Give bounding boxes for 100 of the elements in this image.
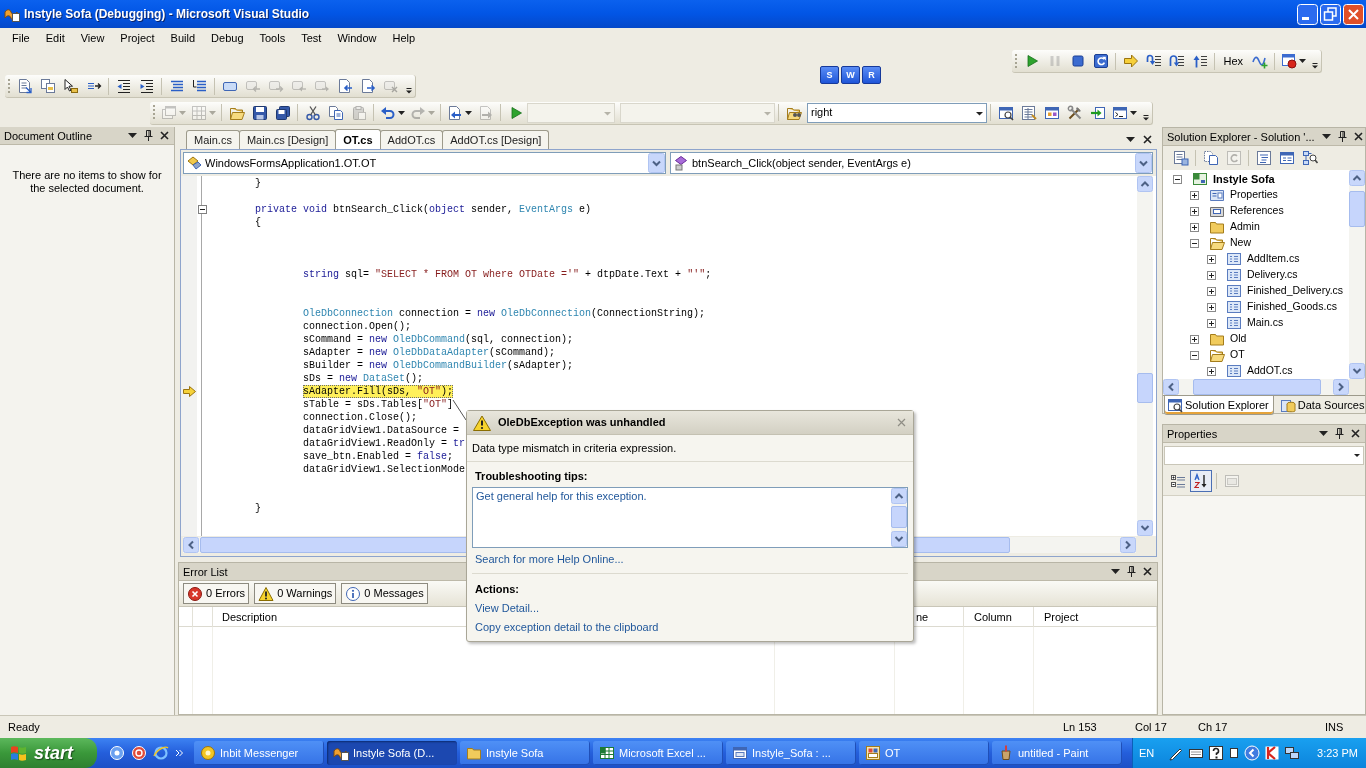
taskbar-button[interactable]: Inbit Messenger — [194, 741, 324, 765]
pin-icon[interactable] — [1335, 428, 1344, 439]
lines-arrow-icon[interactable] — [191, 78, 208, 94]
filter-button[interactable]: 0 Errors — [183, 583, 250, 604]
scissors-icon[interactable] — [304, 104, 321, 121]
taskbar-button[interactable]: Microsoft Excel ... — [593, 741, 723, 765]
scroll-up-icon[interactable] — [1349, 170, 1365, 186]
disc-icon[interactable] — [109, 745, 125, 761]
scrollbar-thumb[interactable] — [891, 506, 907, 528]
scroll-right-icon[interactable] — [1333, 379, 1349, 395]
tree-item[interactable]: AddItem.cs — [1247, 251, 1300, 267]
expand-icon[interactable] — [1207, 286, 1216, 296]
column-header[interactable]: Description — [222, 608, 278, 626]
action-link[interactable]: Copy exception detail to the clipboard — [475, 621, 659, 634]
scrollbar-thumb[interactable] — [1193, 379, 1321, 395]
expand-icon[interactable] — [1190, 222, 1199, 232]
window-magnifier-icon[interactable] — [997, 104, 1014, 121]
hex-button[interactable]: Hex — [1218, 50, 1248, 72]
editor-tab[interactable]: OT.cs — [335, 129, 381, 149]
editor-tab[interactable]: AddOT.cs — [379, 130, 444, 149]
search-dropdown[interactable]: right — [807, 102, 987, 123]
caret-icon[interactable] — [1299, 59, 1306, 63]
type-dropdown[interactable]: WindowsFormsApplication1.OT.OT — [183, 152, 666, 174]
expand-icon[interactable] — [1207, 254, 1216, 264]
panel-tab[interactable]: Solution Explorer — [1164, 396, 1274, 415]
tree-item[interactable]: New — [1230, 235, 1251, 251]
menu-item[interactable]: Build — [162, 28, 204, 49]
member-dropdown[interactable]: btnSearch_Click(object sender, EventArgs e) — [670, 152, 1153, 174]
undo-icon[interactable] — [380, 104, 396, 121]
tree-item[interactable]: Old — [1230, 331, 1247, 347]
copy-icon[interactable] — [327, 104, 344, 121]
dropdown-arrow-icon[interactable] — [1321, 134, 1331, 139]
logo-icon[interactable] — [1264, 745, 1281, 761]
grip-handle[interactable] — [152, 104, 156, 121]
collapse-icon[interactable] — [197, 205, 207, 214]
floating-toolbar-button[interactable]: W — [841, 66, 860, 84]
document-left-arrow-icon[interactable] — [336, 78, 353, 94]
tree-item[interactable]: Delivery.cs — [1247, 267, 1298, 283]
minimize-icon[interactable] — [1297, 3, 1318, 25]
menu-item[interactable]: File — [4, 28, 38, 49]
right-arrow-icon[interactable] — [1122, 53, 1139, 69]
breakpoint-icon[interactable] — [1281, 53, 1297, 69]
command-window-icon[interactable] — [1112, 104, 1128, 121]
documents-icon[interactable] — [1202, 150, 1219, 166]
back-navigation-icon[interactable] — [447, 104, 463, 121]
caret-icon[interactable] — [465, 110, 472, 115]
grip-handle[interactable] — [7, 77, 11, 95]
filter-button[interactable]: 0 Warnings — [254, 583, 337, 604]
restart-icon[interactable] — [1092, 53, 1109, 69]
lines-icon[interactable] — [168, 78, 185, 94]
close-icon[interactable] — [1143, 567, 1152, 576]
tree-item[interactable]: Properties — [1230, 187, 1278, 203]
vertical-scrollbar[interactable] — [1349, 170, 1365, 379]
collapse-icon[interactable] — [1190, 350, 1199, 360]
scroll-down-icon[interactable] — [1349, 363, 1365, 379]
dropdown-arrow-icon[interactable] — [1319, 431, 1328, 436]
restore-icon[interactable] — [1320, 3, 1341, 25]
expand-icon[interactable] — [1190, 334, 1199, 344]
step-over-icon[interactable] — [1168, 53, 1185, 69]
tree-item[interactable]: Instyle Sofa — [1213, 170, 1275, 188]
editor-tab[interactable]: AddOT.cs [Design] — [442, 130, 550, 149]
alphabetical-sort-icon[interactable] — [1190, 470, 1212, 492]
menu-item[interactable]: Tools — [251, 28, 294, 49]
scrollbar-thumb[interactable] — [1349, 191, 1365, 227]
scroll-down-icon[interactable] — [1137, 520, 1153, 536]
browser-icon[interactable] — [153, 745, 169, 761]
column-header[interactable]: Project — [1044, 608, 1079, 626]
floppy-disks-icon[interactable] — [274, 104, 291, 121]
tree-item[interactable]: Finished_Goods.cs — [1247, 299, 1337, 315]
tree-item[interactable]: Main.cs — [1247, 315, 1284, 331]
ring-icon[interactable] — [131, 745, 147, 761]
taskbar-button[interactable]: OT — [859, 741, 989, 765]
menu-item[interactable]: Debug — [203, 28, 252, 49]
scroll-left-icon[interactable] — [1163, 379, 1179, 395]
dropdown-arrow-icon[interactable] — [1126, 137, 1135, 142]
taskbar-button[interactable]: Instyle Sofa (D... — [327, 741, 457, 765]
taskbar-button[interactable]: untitled - Paint — [992, 741, 1122, 765]
menu-item[interactable]: Edit — [37, 28, 73, 49]
pin-icon[interactable] — [144, 130, 153, 141]
outdent-icon[interactable] — [115, 78, 132, 94]
close-icon[interactable] — [1143, 135, 1152, 144]
expand-icon[interactable] — [1207, 318, 1216, 328]
menu-item[interactable]: Window — [329, 28, 385, 49]
scroll-down-icon[interactable] — [891, 531, 907, 547]
expand-icon[interactable] — [1190, 206, 1199, 216]
expand-icon[interactable] — [1207, 302, 1216, 312]
step-into-icon[interactable] — [1145, 53, 1162, 69]
documents-icon[interactable] — [39, 78, 56, 94]
vertical-scrollbar[interactable] — [891, 488, 907, 547]
vertical-scrollbar[interactable] — [1137, 176, 1153, 536]
property-sheet-icon[interactable] — [1020, 104, 1037, 121]
code-view-icon[interactable] — [1255, 150, 1272, 166]
column-header[interactable]: Column — [974, 608, 1012, 626]
scroll-left-icon[interactable] — [183, 537, 199, 553]
expand-icon[interactable] — [1190, 190, 1199, 200]
collapse-icon[interactable] — [1190, 238, 1199, 248]
expand-icon[interactable] — [1207, 366, 1216, 376]
small-window-icon[interactable] — [1228, 745, 1241, 761]
tools-icon[interactable] — [1066, 104, 1083, 121]
designer-icon[interactable] — [1278, 150, 1295, 166]
